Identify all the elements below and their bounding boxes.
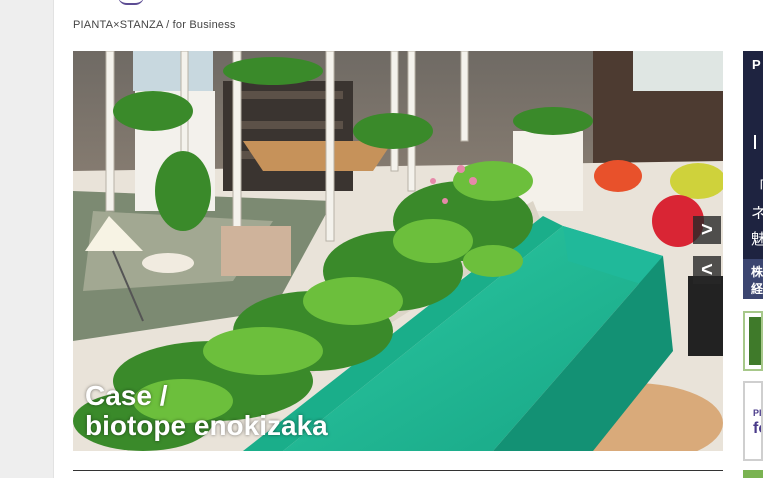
left-rail	[0, 0, 54, 478]
side-banner-4[interactable]	[743, 470, 763, 478]
hero-slideshow[interactable]: Case / biotope enokizaka	[73, 51, 723, 451]
side-banner-3-big: fo	[753, 420, 761, 437]
divider-line	[73, 470, 723, 471]
side-banner-1-label: P	[752, 57, 761, 72]
side-banner-1-footer: 株 経	[743, 259, 763, 299]
side-banner-1-text: 「ノ ネ 魅	[751, 175, 763, 253]
side-banner-1-mark	[754, 135, 756, 149]
side-banner-1-line3: 魅	[751, 231, 763, 248]
next-slide-button[interactable]: >	[693, 216, 721, 244]
side-banner-3[interactable]: PI fo	[743, 381, 763, 461]
top-accent-mark	[118, 0, 144, 5]
side-banner-1-footer-line1: 株	[751, 265, 763, 279]
hero-caption: Case / biotope enokizaka	[85, 381, 328, 441]
side-banner-1-line1: 「ノ	[751, 175, 763, 201]
side-banner-1-footer-line2: 経	[751, 282, 763, 296]
side-banner-3-small: PI	[753, 408, 762, 418]
hero-caption-line2: biotope enokizaka	[85, 410, 328, 441]
side-banner-1-line2: ネ	[751, 205, 763, 222]
prev-slide-button[interactable]: <	[693, 256, 721, 284]
breadcrumb[interactable]: PIANTA×STANZA / for Business	[73, 19, 236, 31]
hero-caption-line1: Case /	[85, 380, 168, 411]
side-banner-1[interactable]: P 「ノ ネ 魅 株 経	[743, 51, 763, 299]
side-banner-2[interactable]	[743, 311, 763, 371]
side-banner-2-thumbnail	[749, 317, 761, 365]
